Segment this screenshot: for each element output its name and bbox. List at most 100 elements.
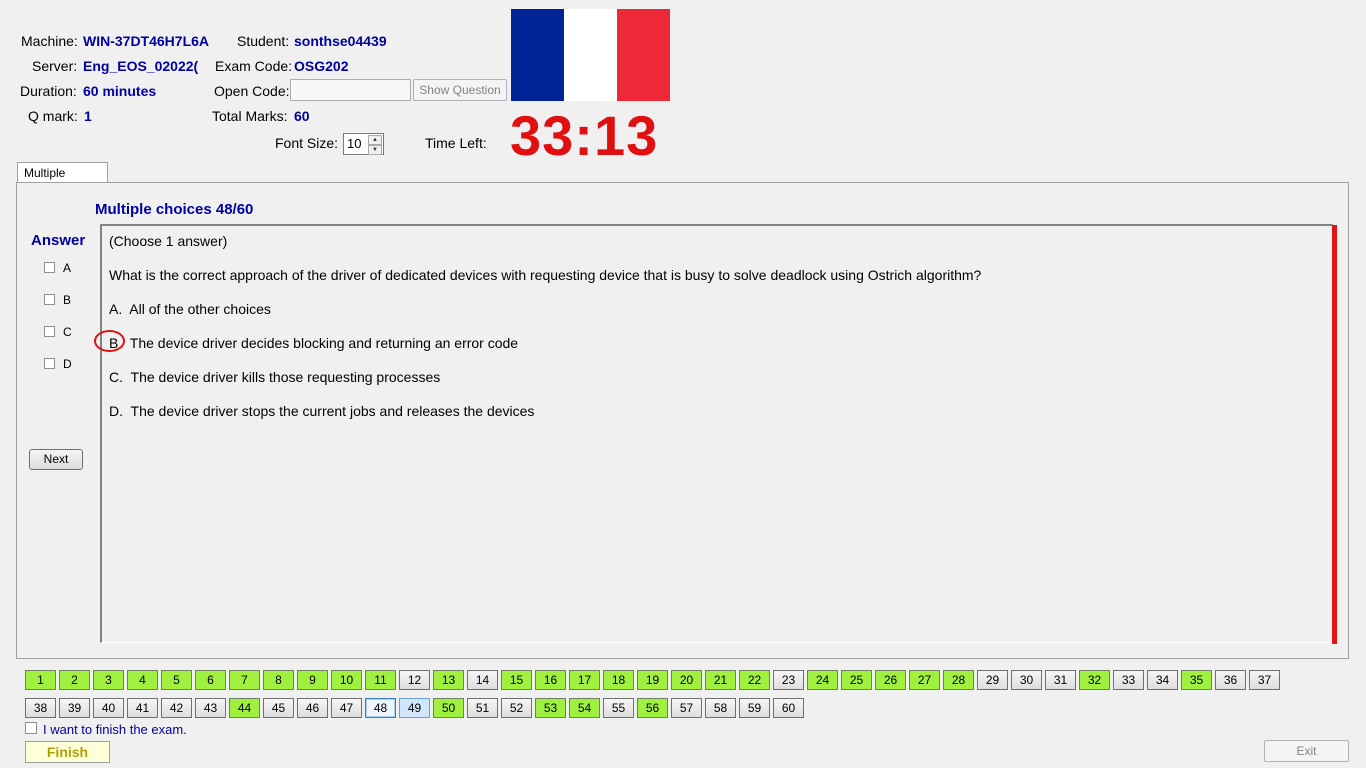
question-nav-button[interactable]: 30	[1011, 670, 1042, 690]
font-size-stepper[interactable]: 10 ▲ ▼	[343, 133, 384, 155]
chevron-down-icon[interactable]: ▼	[368, 145, 382, 155]
open-code-input[interactable]	[290, 79, 411, 101]
option-c: C. The device driver kills those request…	[109, 369, 440, 385]
answer-label-d: D	[63, 357, 72, 371]
duration-value: 60 minutes	[83, 83, 157, 99]
exam-code-value: OSG202	[294, 58, 349, 74]
question-nav-button[interactable]: 38	[25, 698, 56, 718]
question-nav-button[interactable]: 33	[1113, 670, 1144, 690]
answer-label-c: C	[63, 325, 72, 339]
answer-title: Answer	[31, 232, 86, 249]
question-nav-button[interactable]: 5	[161, 670, 192, 690]
question-nav-button[interactable]: 8	[263, 670, 294, 690]
qmark-label: Q mark:	[28, 108, 78, 124]
chevron-up-icon[interactable]: ▲	[368, 135, 382, 145]
question-nav-button[interactable]: 27	[909, 670, 940, 690]
question-nav-button[interactable]: 59	[739, 698, 770, 718]
question-nav-button[interactable]: 46	[297, 698, 328, 718]
question-nav-button[interactable]: 45	[263, 698, 294, 718]
question-nav-button[interactable]: 43	[195, 698, 226, 718]
question-nav-button[interactable]: 49	[399, 698, 430, 718]
show-question-button[interactable]: Show Question	[413, 79, 507, 101]
machine-value: WIN-37DT46H7L6A	[83, 33, 210, 49]
question-nav-button[interactable]: 34	[1147, 670, 1178, 690]
question-box	[100, 224, 1333, 643]
option-d: D. The device driver stops the current j…	[109, 403, 534, 419]
question-nav-button[interactable]: 42	[161, 698, 192, 718]
question-instruction: (Choose 1 answer)	[109, 233, 228, 249]
question-nav-button[interactable]: 13	[433, 670, 464, 690]
question-nav-button[interactable]: 29	[977, 670, 1008, 690]
question-nav-button[interactable]: 17	[569, 670, 600, 690]
answer-checkbox-d[interactable]	[44, 358, 55, 369]
question-nav-button[interactable]: 26	[875, 670, 906, 690]
question-nav-button[interactable]: 7	[229, 670, 260, 690]
total-marks-value: 60	[294, 108, 310, 124]
question-nav-button[interactable]: 31	[1045, 670, 1076, 690]
question-nav-button[interactable]: 14	[467, 670, 498, 690]
question-nav-button[interactable]: 11	[365, 670, 396, 690]
question-nav-button[interactable]: 9	[297, 670, 328, 690]
question-nav-button[interactable]: 55	[603, 698, 634, 718]
question-nav-button[interactable]: 57	[671, 698, 702, 718]
scroll-indicator-bar	[1332, 225, 1337, 644]
question-nav-button[interactable]: 12	[399, 670, 430, 690]
question-nav-button[interactable]: 35	[1181, 670, 1212, 690]
question-nav-button[interactable]: 24	[807, 670, 838, 690]
question-nav-button[interactable]: 21	[705, 670, 736, 690]
question-nav-button[interactable]: 18	[603, 670, 634, 690]
option-a: A. All of the other choices	[109, 301, 271, 317]
question-nav-button[interactable]: 56	[637, 698, 668, 718]
question-nav-button[interactable]: 4	[127, 670, 158, 690]
next-button[interactable]: Next	[29, 449, 83, 470]
student-label: Student:	[237, 33, 290, 49]
question-nav-button[interactable]: 41	[127, 698, 158, 718]
question-nav-button[interactable]: 53	[535, 698, 566, 718]
question-nav-button[interactable]: 19	[637, 670, 668, 690]
exam-code-label: Exam Code:	[215, 58, 293, 74]
question-nav-button[interactable]: 50	[433, 698, 464, 718]
server-value: Eng_EOS_02022(	[83, 58, 199, 74]
duration-label: Duration:	[20, 83, 77, 99]
question-nav-button[interactable]: 60	[773, 698, 804, 718]
question-nav-button[interactable]: 54	[569, 698, 600, 718]
question-nav-button[interactable]: 44	[229, 698, 260, 718]
question-nav-button[interactable]: 52	[501, 698, 532, 718]
question-nav-button[interactable]: 6	[195, 670, 226, 690]
option-text: The device driver stops the current jobs…	[130, 403, 535, 419]
question-nav-button[interactable]: 22	[739, 670, 770, 690]
time-left-label: Time Left:	[425, 135, 487, 151]
question-nav-button[interactable]: 48	[365, 698, 396, 718]
question-nav-button[interactable]: 37	[1249, 670, 1280, 690]
question-nav-button[interactable]: 1	[25, 670, 56, 690]
question-nav-button[interactable]: 15	[501, 670, 532, 690]
question-nav-button[interactable]: 40	[93, 698, 124, 718]
question-nav-button[interactable]: 36	[1215, 670, 1246, 690]
finish-confirm-label: I want to finish the exam.	[43, 722, 187, 737]
tab-multiple-choices[interactable]: Multiple Choices	[17, 162, 108, 194]
question-nav-button[interactable]: 16	[535, 670, 566, 690]
option-letter: C.	[109, 369, 123, 385]
question-nav-button[interactable]: 25	[841, 670, 872, 690]
question-text: What is the correct approach of the driv…	[109, 267, 982, 283]
flag-stripe-red	[617, 9, 670, 101]
question-nav-button[interactable]: 39	[59, 698, 90, 718]
question-nav-button[interactable]: 28	[943, 670, 974, 690]
question-nav-button[interactable]: 58	[705, 698, 736, 718]
question-nav-button[interactable]: 10	[331, 670, 362, 690]
question-nav-button[interactable]: 20	[671, 670, 702, 690]
question-nav-button[interactable]: 23	[773, 670, 804, 690]
answer-checkbox-b[interactable]	[44, 294, 55, 305]
exit-button[interactable]: Exit	[1264, 740, 1349, 762]
question-nav-button[interactable]: 47	[331, 698, 362, 718]
option-letter: D.	[109, 403, 123, 419]
font-size-value: 10	[347, 136, 362, 151]
question-nav-button[interactable]: 51	[467, 698, 498, 718]
question-nav-button[interactable]: 2	[59, 670, 90, 690]
question-nav-button[interactable]: 32	[1079, 670, 1110, 690]
answer-checkbox-a[interactable]	[44, 262, 55, 273]
finish-button[interactable]: Finish	[25, 741, 110, 763]
question-nav-button[interactable]: 3	[93, 670, 124, 690]
finish-confirm-checkbox[interactable]	[25, 722, 37, 734]
answer-checkbox-c[interactable]	[44, 326, 55, 337]
